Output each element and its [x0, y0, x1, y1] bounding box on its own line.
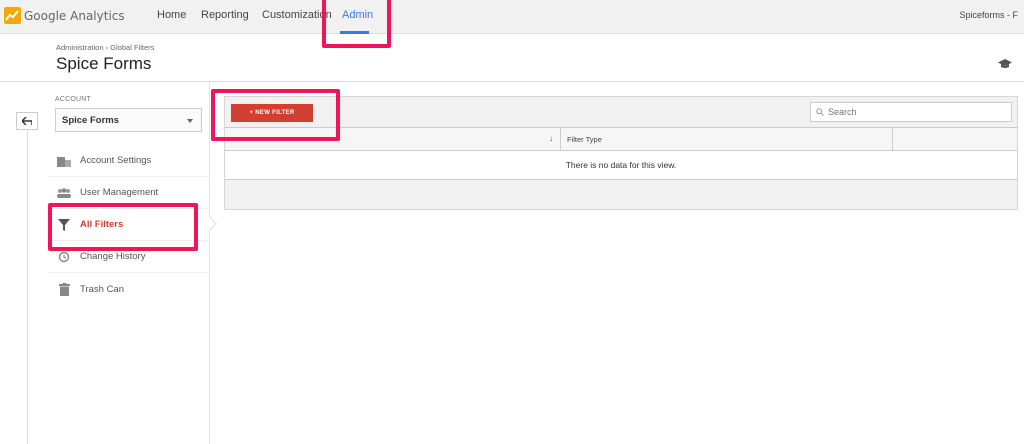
sidebar-item-trash-can[interactable]: Trash Can — [48, 273, 210, 305]
nav-reporting[interactable]: Reporting — [201, 9, 249, 21]
top-bar: Google Analytics Home Reporting Customiz… — [0, 0, 1024, 34]
search-box[interactable] — [810, 102, 1012, 122]
back-button[interactable] — [16, 112, 38, 130]
graduation-cap-icon[interactable] — [998, 56, 1012, 74]
sidebar-item-label: Trash Can — [80, 283, 124, 295]
nav-home[interactable]: Home — [157, 9, 186, 21]
analytics-logo-icon — [4, 7, 21, 24]
column-header-filter-type[interactable]: Filter Type — [561, 128, 893, 150]
sidebar-item-label: All Filters — [80, 219, 124, 230]
nav-admin[interactable]: Admin — [342, 9, 373, 21]
history-icon — [56, 249, 72, 265]
trash-icon — [56, 281, 72, 297]
column-header-extra — [893, 128, 1017, 150]
sidebar-item-change-history[interactable]: Change History — [48, 241, 210, 273]
sidebar-item-label: Change History — [80, 251, 146, 262]
google-analytics-logo[interactable]: Google Analytics — [4, 7, 125, 24]
account-label: ACCOUNT — [55, 96, 92, 103]
filter-icon — [56, 217, 72, 233]
chevron-down-icon — [187, 119, 193, 123]
column-header-name[interactable]: ↓ — [225, 128, 561, 150]
account-select-value: Spice Forms — [62, 115, 120, 126]
page-title: Spice Forms — [56, 54, 152, 73]
account-switcher[interactable]: Spiceforms - F — [959, 10, 1018, 20]
table-footer — [225, 180, 1017, 209]
back-arrow-icon — [22, 117, 32, 125]
filters-panel: + NEW FILTER ↓ Filter Type There is no d… — [224, 96, 1018, 210]
sidebar-item-user-management[interactable]: User Management — [48, 177, 210, 209]
breadcrumb[interactable]: Administration › Global Filters — [56, 43, 154, 52]
left-rail — [27, 124, 28, 444]
nav-customization[interactable]: Customization — [262, 9, 332, 21]
brand-name: Google Analytics — [24, 8, 125, 23]
search-input[interactable] — [828, 107, 998, 117]
sidebar-item-all-filters[interactable]: All Filters — [48, 209, 210, 241]
admin-sidebar: ACCOUNT Spice Forms Account Settings Use… — [48, 82, 210, 444]
new-filter-button[interactable]: + NEW FILTER — [231, 104, 313, 122]
sidebar-item-label: User Management — [80, 187, 159, 198]
building-icon — [56, 153, 72, 169]
search-icon — [816, 108, 824, 116]
users-icon — [56, 185, 72, 201]
sort-arrow-icon[interactable]: ↓ — [549, 134, 553, 143]
empty-state-message: There is no data for this view. — [225, 151, 1017, 180]
sidebar-item-account-settings[interactable]: Account Settings — [48, 145, 210, 177]
sidebar-item-label: Account Settings — [80, 155, 152, 166]
page-header: Administration › Global Filters Spice Fo… — [0, 34, 1024, 82]
table-header: ↓ Filter Type — [225, 127, 1017, 151]
account-select[interactable]: Spice Forms — [55, 108, 202, 132]
